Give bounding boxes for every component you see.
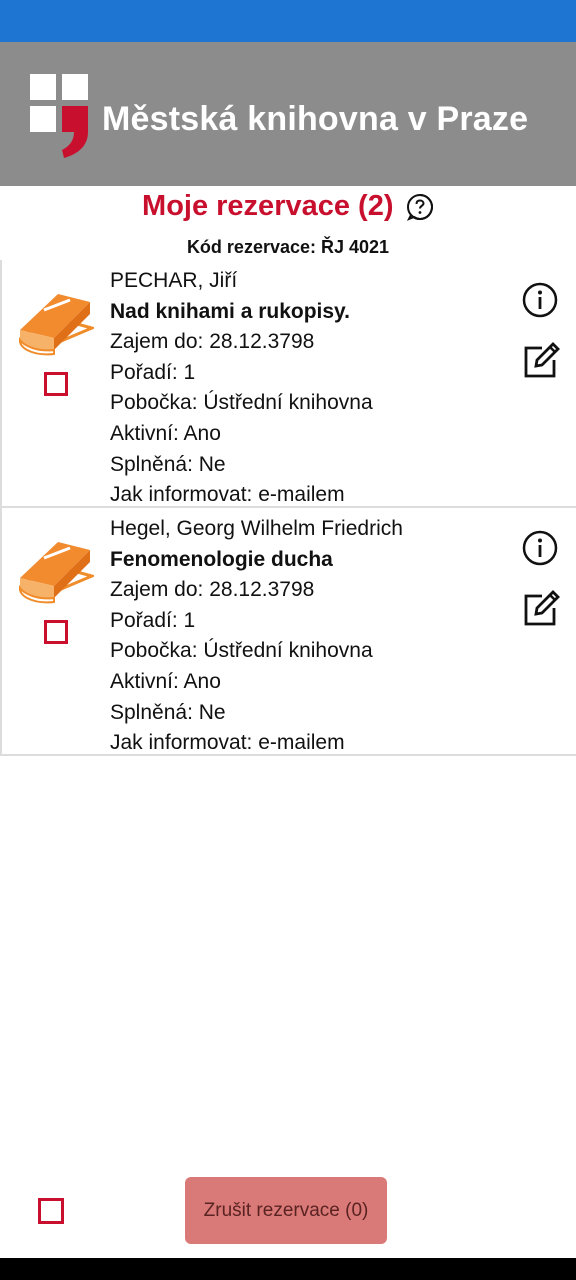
info-icon[interactable] xyxy=(522,282,558,318)
navigation-bar xyxy=(0,1258,576,1280)
item-interest-until: Zajem do: 28.12.3798 xyxy=(110,578,315,602)
item-order: Pořadí: 1 xyxy=(110,360,196,384)
item-interest-until: Zajem do: 28.12.3798 xyxy=(110,330,315,354)
page-title: Moje rezervace (2) xyxy=(142,190,394,222)
item-branch: Pobočka: Ústřední knihovna xyxy=(110,639,373,663)
item-active: Aktivní: Ano xyxy=(110,669,221,693)
item-author: Hegel, Georg Wilhelm Friedrich xyxy=(110,517,403,540)
item-branch: Pobočka: Ústřední knihovna xyxy=(110,391,373,415)
edit-icon[interactable] xyxy=(522,590,560,628)
select-all-checkbox[interactable] xyxy=(38,1198,64,1224)
item-fulfilled: Splněná: Ne xyxy=(110,452,226,476)
item-title: Nad knihami a rukopisy. xyxy=(110,299,351,323)
status-bar xyxy=(0,0,576,42)
item-details: Hegel, Georg Wilhelm Friedrich Fenomenol… xyxy=(110,514,403,759)
item-order: Pořadí: 1 xyxy=(110,608,196,632)
edit-icon[interactable] xyxy=(522,342,560,380)
library-logo-icon xyxy=(30,74,88,158)
item-details: PECHAR, Jiří Nad knihami a rukopisy. Zaj… xyxy=(110,266,373,511)
item-author: PECHAR, Jiří xyxy=(110,269,238,292)
item-notify: Jak informovat: e-mailem xyxy=(110,731,345,755)
reservation-item: Hegel, Georg Wilhelm Friedrich Fenomenol… xyxy=(0,508,576,756)
page-title-row: Moje rezervace (2) xyxy=(0,190,576,234)
item-select-checkbox[interactable] xyxy=(44,372,68,396)
reservation-item: PECHAR, Jiří Nad knihami a rukopisy. Zaj… xyxy=(0,260,576,508)
cancel-reservations-button[interactable]: Zrušit rezervace (0) xyxy=(185,1177,387,1244)
item-select-checkbox[interactable] xyxy=(44,620,68,644)
item-notify: Jak informovat: e-mailem xyxy=(110,483,345,507)
item-fulfilled: Splněná: Ne xyxy=(110,700,226,724)
help-icon[interactable] xyxy=(406,193,434,221)
app-header: Městská knihovna v Praze xyxy=(0,42,576,186)
book-icon xyxy=(19,542,94,604)
item-active: Aktivní: Ano xyxy=(110,421,221,445)
library-name: Městská knihovna v Praze xyxy=(102,100,529,138)
reservation-code: Kód rezervace: ŘJ 4021 xyxy=(186,237,390,257)
info-icon[interactable] xyxy=(522,530,558,566)
item-title: Fenomenologie ducha xyxy=(110,547,333,571)
book-icon xyxy=(19,294,94,356)
